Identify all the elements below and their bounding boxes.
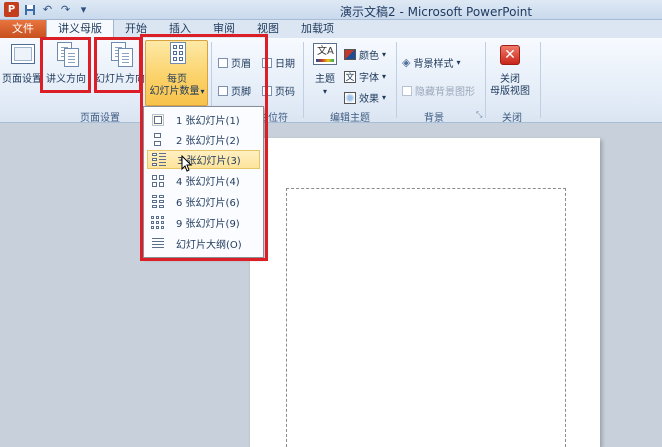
dropdown-arrow-icon: ▾ [322,87,327,96]
page-setup-button[interactable]: 页面设置 [2,40,42,86]
dropdown-arrow-icon: ▾ [456,58,461,67]
save-icon[interactable] [22,2,37,17]
mouse-cursor-icon [181,155,193,172]
tab-file[interactable]: 文件 [0,20,46,38]
quick-access-toolbar: P ↶ ↷ ▾ [4,2,91,17]
colors-button[interactable]: 颜色 ▾ [344,47,386,62]
group-separator [485,42,486,118]
group-label-edit-theme: 编辑主题 [330,113,370,124]
group-label-close: 关闭 [502,113,522,124]
effects-icon [344,91,356,104]
powerpoint-logo-icon[interactable]: P [4,2,19,17]
theme-button[interactable]: 文A 主题 ▾ [310,40,340,98]
theme-icon: 文A [310,40,340,70]
close-icon: ✕ [495,40,525,70]
highlight-handout-orientation [40,37,91,93]
highlight-slides-per-page [140,34,268,261]
dropdown-arrow-icon: ▾ [382,93,387,102]
fonts-icon: 文 [344,70,356,83]
dialog-launcher-icon[interactable]: ⤡ [476,110,482,120]
window-title: 演示文稿2 - Microsoft PowerPoint [340,5,533,19]
group-label-background: 背景 [424,113,444,124]
group-label-page-setup: 页面设置 [80,113,120,124]
highlight-slide-orientation [94,37,142,93]
ribbon-tabs: 文件 讲义母版 开始 插入 审阅 视图 加载项 [0,19,662,38]
page-setup-icon [7,40,37,70]
tab-handout-master[interactable]: 讲义母版 [46,19,114,38]
group-separator [303,42,304,118]
close-master-view-button[interactable]: ✕ 关闭 母版视图 [490,40,530,98]
title-bar: P ↶ ↷ ▾ 演示文稿2 - Microsoft PowerPoint [0,0,662,20]
background-styles-button[interactable]: ◈ 背景样式 ▾ [402,55,460,70]
hide-background-checkbox[interactable]: 隐藏背景图形 [402,83,475,98]
group-separator [396,42,397,118]
tab-addins[interactable]: 加载项 [290,20,345,38]
handout-page [250,138,600,447]
dropdown-arrow-icon: ▾ [382,72,387,81]
redo-icon[interactable]: ↷ [58,2,73,17]
effects-button[interactable]: 效果 ▾ [344,90,386,105]
undo-icon[interactable]: ↶ [40,2,55,17]
customize-qat-icon[interactable]: ▾ [76,2,91,17]
fonts-button[interactable]: 文 字体 ▾ [344,69,386,84]
dropdown-arrow-icon: ▾ [382,50,387,59]
color-palette-icon [344,49,356,60]
checkbox-icon [402,85,412,96]
group-separator [540,42,541,118]
slide-placeholder-outline [286,188,566,447]
paint-bucket-icon: ◈ [402,56,411,69]
